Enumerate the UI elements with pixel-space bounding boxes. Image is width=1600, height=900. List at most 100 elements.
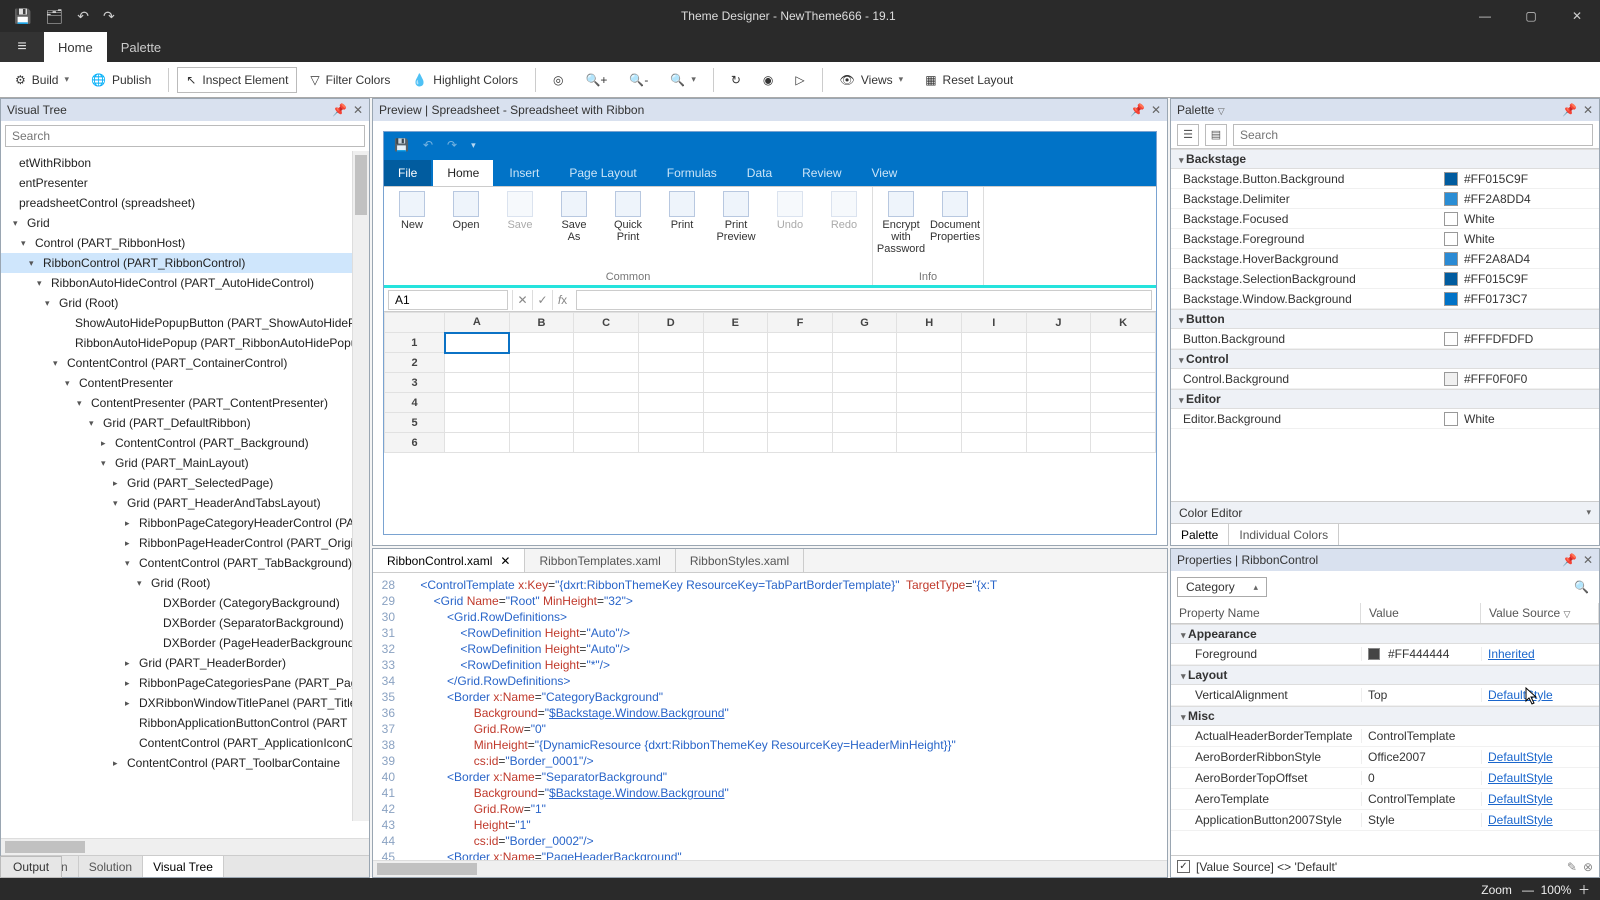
refresh-button[interactable]: ↻	[722, 67, 750, 93]
tree-row[interactable]: ▾RibbonControl (PART_RibbonControl)	[1, 253, 369, 273]
edit-filter-icon[interactable]: ✎	[1567, 860, 1577, 874]
tree-row[interactable]: ▾Grid (PART_MainLayout)	[1, 453, 369, 473]
palette-row[interactable]: Button.Background#FFFDFDFD	[1171, 329, 1599, 349]
formula-input[interactable]	[576, 290, 1152, 310]
spreadsheet-grid[interactable]: ABCDEFGHIJK123456	[384, 312, 1156, 534]
tree-row[interactable]: DXBorder (SeparatorBackground)	[1, 613, 369, 633]
tree-row[interactable]: ▾ContentPresenter	[1, 373, 369, 393]
save-all-icon[interactable]: 🗂	[45, 8, 63, 25]
tree-row[interactable]: ▸Grid (PART_HeaderBorder)	[1, 653, 369, 673]
highlight-colors-button[interactable]: 💧Highlight Colors	[403, 67, 527, 93]
output-tab[interactable]: Output	[0, 856, 62, 878]
publish-button[interactable]: 🌐Publish	[82, 67, 160, 93]
palette-row[interactable]: Backstage.Button.Background#FF015C9F	[1171, 169, 1599, 189]
close-icon[interactable]: ✕	[353, 103, 363, 117]
tree-row[interactable]: ShowAutoHidePopupButton (PART_ShowAutoHi…	[1, 313, 369, 333]
tree-row[interactable]: ▸DXRibbonWindowTitlePanel (PART_TitleP	[1, 693, 369, 713]
tree-row[interactable]: ▸RibbonPageCategoriesPane (PART_Page	[1, 673, 369, 693]
palette-row[interactable]: Backstage.ForegroundWhite	[1171, 229, 1599, 249]
filter-checkbox[interactable]: ✓	[1177, 860, 1190, 873]
property-group[interactable]: Appearance	[1171, 624, 1599, 644]
tree-row[interactable]: ▾ContentControl (PART_ContainerControl)	[1, 353, 369, 373]
property-row[interactable]: VerticalAlignmentTopDefaultStyle	[1171, 685, 1599, 706]
spreadsheet-tab[interactable]: Data	[733, 160, 786, 186]
palette-group[interactable]: Editor	[1171, 389, 1599, 409]
pin-icon[interactable]: 📌	[1130, 103, 1145, 117]
build-button[interactable]: ⚙Build▾	[6, 67, 78, 93]
tree-row[interactable]: ▾Grid (Root)	[1, 293, 369, 313]
palette-group[interactable]: Backstage	[1171, 149, 1599, 169]
palette-row[interactable]: Backstage.FocusedWhite	[1171, 209, 1599, 229]
palette-group[interactable]: Control	[1171, 349, 1599, 369]
tree-row[interactable]: preadsheetControl (spreadsheet)	[1, 193, 369, 213]
spreadsheet-tab[interactable]: File	[384, 160, 431, 186]
redo-icon[interactable]: ↷	[103, 8, 115, 25]
col-value[interactable]: Value	[1361, 603, 1481, 623]
tab-home[interactable]: Home	[44, 32, 107, 62]
save-icon[interactable]: 💾	[14, 8, 31, 25]
code-editor[interactable]: <ControlTemplate x:Key="{dxrt:RibbonThem…	[401, 573, 1167, 860]
zoom-in-icon[interactable]: ＋	[1578, 883, 1590, 897]
zoom-fit-button[interactable]: ◎	[544, 67, 572, 93]
pin-icon[interactable]: 📌	[1562, 553, 1577, 567]
ribbon-button[interactable]: PrintPreview	[714, 191, 758, 243]
palette-row[interactable]: Backstage.SelectionBackground#FF015C9F	[1171, 269, 1599, 289]
tree-row[interactable]: entPresenter	[1, 173, 369, 193]
property-row[interactable]: AeroBorderRibbonStyleOffice2007DefaultSt…	[1171, 747, 1599, 768]
col-property-name[interactable]: Property Name	[1171, 603, 1361, 623]
tree-row[interactable]: DXBorder (CategoryBackground)	[1, 593, 369, 613]
tree-row[interactable]: ▸ContentControl (PART_ToolbarContaine	[1, 753, 369, 773]
tree-row[interactable]: ▾RibbonAutoHideControl (PART_AutoHideCon…	[1, 273, 369, 293]
tab-visual-tree[interactable]: Visual Tree	[143, 856, 224, 877]
tree-row[interactable]: ▾ContentPresenter (PART_ContentPresenter…	[1, 393, 369, 413]
property-row[interactable]: AeroBorderTopOffset0DefaultStyle	[1171, 768, 1599, 789]
zoom-out-icon[interactable]: —	[1522, 883, 1534, 897]
scrollbar-vertical[interactable]	[352, 151, 369, 821]
spreadsheet-tab[interactable]: Review	[788, 160, 855, 186]
property-group[interactable]: Misc	[1171, 706, 1599, 726]
property-group[interactable]: Layout	[1171, 665, 1599, 685]
play-button[interactable]: ▷	[786, 67, 813, 93]
spreadsheet-tab[interactable]: Page Layout	[555, 160, 650, 186]
undo-icon[interactable]: ↶	[77, 8, 89, 25]
code-tab[interactable]: RibbonStyles.xaml	[676, 549, 804, 572]
category-dropdown[interactable]: Category▴	[1177, 577, 1267, 597]
tab-palette[interactable]: Palette	[107, 32, 175, 62]
minimize-button[interactable]: —	[1462, 0, 1508, 32]
color-editor-label[interactable]: Color Editor	[1179, 506, 1242, 520]
palette-list[interactable]: BackstageBackstage.Button.Background#FF0…	[1171, 149, 1599, 501]
col-value-source[interactable]: Value Source ▽	[1481, 603, 1599, 623]
close-icon[interactable]: ✕	[1583, 103, 1593, 117]
qat-dropdown-icon[interactable]: ▾	[471, 140, 476, 151]
tree-row[interactable]: ▸RibbonPageCategoryHeaderControl (PA	[1, 513, 369, 533]
tree-row[interactable]: etWithRibbon	[1, 153, 369, 173]
tree-row[interactable]: RibbonApplicationButtonControl (PART	[1, 713, 369, 733]
close-icon[interactable]: ✕	[1583, 553, 1593, 567]
property-row[interactable]: AeroTemplateControlTemplateDefaultStyle	[1171, 789, 1599, 810]
filter-colors-button[interactable]: ▽Filter Colors	[301, 67, 399, 93]
palette-group[interactable]: Button	[1171, 309, 1599, 329]
maximize-button[interactable]: ▢	[1508, 0, 1554, 32]
ribbon-button[interactable]: Encrypt withPassword	[879, 191, 923, 255]
tree-row[interactable]: ▾Control (PART_RibbonHost)	[1, 233, 369, 253]
inspect-button[interactable]: ↖Inspect Element	[177, 67, 297, 93]
property-row[interactable]: ActualHeaderBorderTemplateControlTemplat…	[1171, 726, 1599, 747]
ribbon-button[interactable]: SaveAs	[552, 191, 596, 243]
tree-row[interactable]: ▾Grid (Root)	[1, 573, 369, 593]
tab-solution[interactable]: Solution	[79, 856, 143, 877]
qat-redo-icon[interactable]: ↷	[447, 138, 457, 152]
views-button[interactable]: 👁Views▾	[831, 67, 913, 93]
code-tab[interactable]: RibbonTemplates.xaml	[525, 549, 675, 572]
spreadsheet-tab[interactable]: View	[858, 160, 912, 186]
ribbon-button[interactable]: DocumentProperties	[933, 191, 977, 243]
palette-row[interactable]: Control.Background#FFF0F0F0	[1171, 369, 1599, 389]
property-row[interactable]: ApplicationButton2007StyleStyleDefaultSt…	[1171, 810, 1599, 831]
tree-row[interactable]: RibbonAutoHidePopup (PART_RibbonAutoHide…	[1, 333, 369, 353]
tree-row[interactable]: ▾Grid (PART_DefaultRibbon)	[1, 413, 369, 433]
tree-row[interactable]: ▾ContentControl (PART_TabBackground)	[1, 553, 369, 573]
palette-view-list[interactable]: ☰	[1177, 124, 1199, 146]
tree-row[interactable]: ▸Grid (PART_SelectedPage)	[1, 473, 369, 493]
filter-icon[interactable]: ▽	[1218, 106, 1225, 116]
tree-row[interactable]: ▾Grid	[1, 213, 369, 233]
zoom-in-button[interactable]: 🔍+	[576, 67, 616, 93]
